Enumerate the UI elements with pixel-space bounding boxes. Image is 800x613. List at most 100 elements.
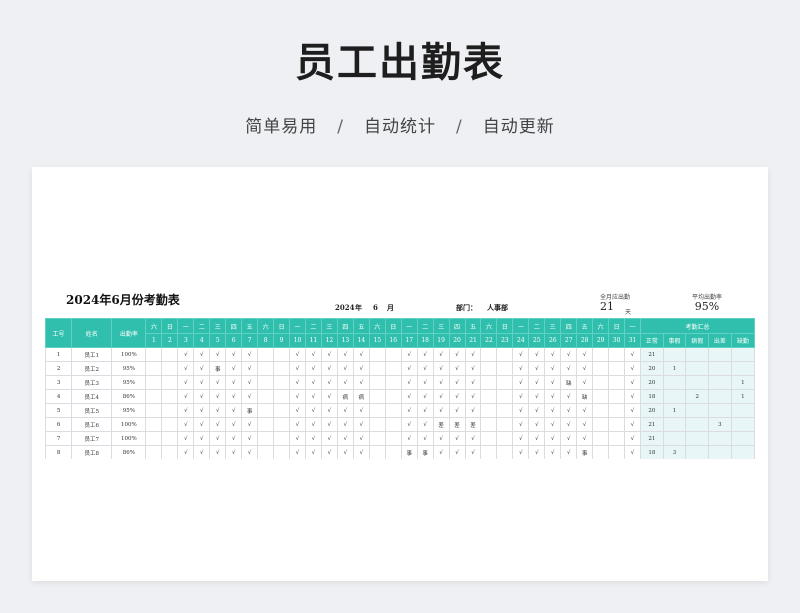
day-cell: √	[432, 375, 450, 390]
day-cell: √	[416, 389, 434, 404]
weekday-header: 六	[257, 318, 275, 334]
table-row: 3 员工3 95% √ √ √ √ √ √ √ √ √ √ √ √ √ √ √ √ √ √ 缺 √ √ 20 1	[45, 375, 755, 390]
summary-cell: 18	[640, 445, 664, 459]
day-cell	[592, 445, 610, 459]
day-cell	[608, 431, 626, 446]
day-cell: √	[320, 361, 338, 376]
day-cell: √	[624, 417, 642, 432]
day-cell: √	[512, 347, 530, 362]
col-header-rate: 出勤率	[111, 318, 147, 348]
summary-cell	[662, 417, 687, 432]
summary-cell: 3	[708, 417, 732, 432]
day-cell: √	[177, 417, 195, 432]
day-cell: 事	[576, 445, 594, 459]
summary-col-header: 缺勤	[730, 333, 755, 348]
day-cell: √	[448, 347, 466, 362]
summary-cell: 2	[685, 389, 710, 404]
day-number-header: 6	[225, 333, 243, 348]
day-cell: √	[416, 431, 434, 446]
day-cell	[161, 417, 179, 432]
weekday-header: 三	[320, 318, 338, 334]
table-row: 5 员工5 95% √ √ √ √ 事 √ √ √ √ √ √ √ √ √ √ √ √ √ √ √ √ 20 1	[45, 403, 755, 418]
feature-list: 简单易用 / 自动统计 / 自动更新	[0, 112, 800, 137]
day-number-header: 29	[592, 333, 610, 348]
day-cell	[496, 445, 514, 459]
day-cell	[384, 403, 402, 418]
day-cell: √	[448, 403, 466, 418]
weekday-header: 二	[416, 318, 434, 334]
weekday-header: 二	[528, 318, 546, 334]
day-cell: √	[448, 445, 466, 459]
day-cell: √	[177, 389, 195, 404]
day-cell: √	[209, 347, 227, 362]
day-number-header: 18	[416, 333, 434, 348]
summary-cell: 20	[640, 403, 664, 418]
summary-cell	[730, 403, 755, 418]
summary-cell	[730, 431, 755, 446]
day-cell: √	[193, 417, 211, 432]
day-cell: √	[464, 361, 482, 376]
day-number-header: 20	[448, 333, 466, 348]
day-cell: √	[209, 389, 227, 404]
day-cell: √	[225, 361, 243, 376]
day-cell: √	[241, 347, 259, 362]
table-row: 4 员工4 86% √ √ √ √ √ √ √ √ 病病 √ √ √ √ √ √ √ √ √ 缺 √ 18 2 1	[45, 389, 755, 404]
day-cell: √	[177, 361, 195, 376]
day-cell	[273, 445, 291, 459]
day-cell: √	[624, 389, 642, 404]
day-cell: √	[624, 375, 642, 390]
day-cell: √	[289, 431, 306, 446]
day-cell: 缺	[576, 389, 594, 404]
day-cell: √	[209, 445, 227, 459]
daynum-header-row: 1 2 3 4 5 6 7 8 9 10 11 12 13 14 15 16 17 18 19 20 21 22 23 24 2…	[46, 333, 755, 348]
day-cell: √	[305, 375, 322, 390]
day-number-header: 21	[464, 333, 482, 348]
day-cell: √	[241, 445, 259, 459]
day-cell: √	[225, 431, 243, 446]
day-cell	[273, 403, 291, 418]
day-cell: √	[225, 375, 243, 390]
day-cell	[496, 375, 514, 390]
day-cell: √	[624, 403, 642, 418]
day-cell: 事	[241, 403, 259, 418]
day-number-header: 14	[352, 333, 370, 348]
day-cell: √	[305, 389, 322, 404]
employee-name-cell: 员工8	[71, 445, 113, 459]
day-cell: √	[528, 403, 546, 418]
day-cell: √	[464, 403, 482, 418]
attendance-rate-cell: 95%	[111, 361, 147, 376]
summary-cell	[708, 361, 732, 376]
day-cell: √	[576, 361, 594, 376]
day-cell: √	[193, 445, 211, 459]
attendance-rate-cell: 95%	[111, 375, 147, 390]
day-cell	[384, 417, 402, 432]
day-cell	[257, 375, 275, 390]
feature-separator: /	[337, 117, 344, 137]
day-cell: √	[320, 445, 338, 459]
day-cell: √	[512, 375, 530, 390]
day-cell: √	[289, 375, 306, 390]
day-number-header: 30	[608, 333, 626, 348]
day-cell: √	[289, 403, 306, 418]
day-cell: √	[576, 431, 594, 446]
day-cell: √	[544, 417, 562, 432]
day-cell	[384, 347, 402, 362]
summary-cell	[685, 417, 710, 432]
day-number-header: 1	[145, 333, 163, 348]
day-cell	[608, 347, 626, 362]
day-cell	[368, 403, 386, 418]
col-header-id: 工号	[45, 318, 73, 348]
day-cell: √	[432, 361, 450, 376]
day-cell	[384, 431, 402, 446]
day-cell: 差	[432, 417, 450, 432]
summary-cell	[708, 375, 732, 390]
weekday-header-row: 工号 姓名 出勤率 六日一二三四五六日一二三四五六日一二三四五六日一二三四五六日…	[45, 318, 755, 348]
weekday-header: 四	[448, 318, 466, 334]
day-cell: √	[464, 375, 482, 390]
day-cell	[273, 389, 291, 404]
employee-id-cell: 6	[45, 417, 73, 432]
attendance-rate-cell: 100%	[111, 417, 147, 432]
day-cell: √	[560, 361, 578, 376]
day-cell: √	[576, 375, 594, 390]
day-cell: √	[336, 375, 354, 390]
